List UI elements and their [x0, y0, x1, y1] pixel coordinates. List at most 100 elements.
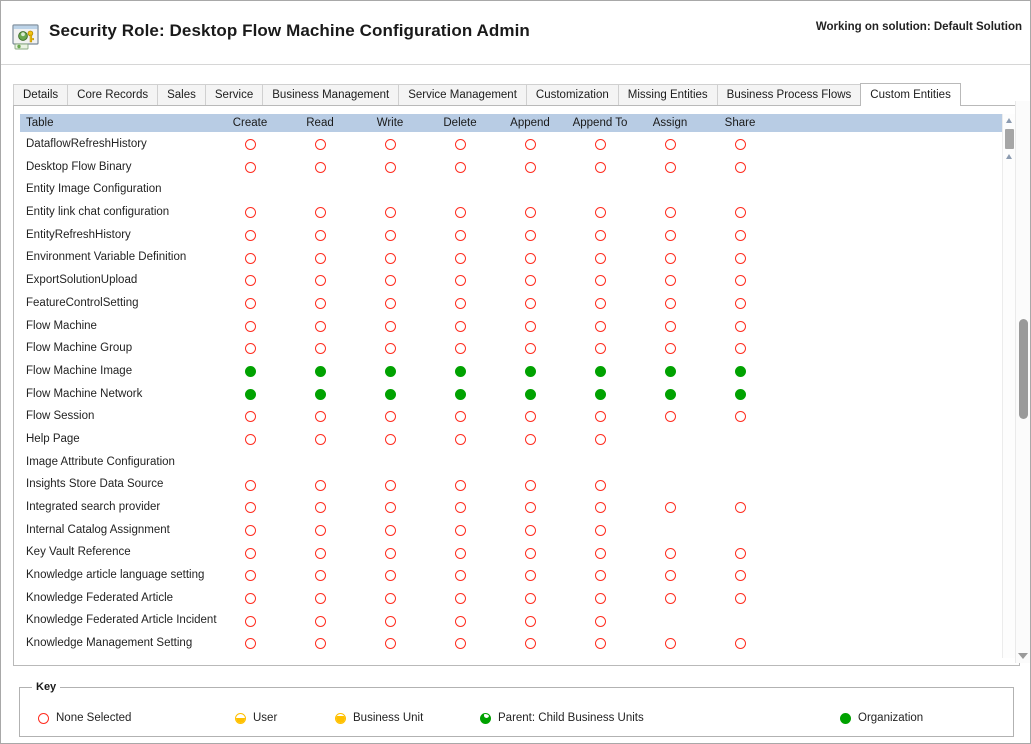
- privilege-dot-share[interactable]: [735, 411, 746, 422]
- privilege-dot-read[interactable]: [315, 502, 326, 513]
- privilege-dot-read[interactable]: [315, 480, 326, 491]
- privilege-dot-write[interactable]: [385, 548, 396, 559]
- privilege-dot-read[interactable]: [315, 139, 326, 150]
- privilege-dot-create[interactable]: [245, 411, 256, 422]
- privilege-dot-append[interactable]: [525, 162, 536, 173]
- privilege-dot-delete[interactable]: [455, 480, 466, 491]
- privilege-dot-assign[interactable]: [665, 502, 676, 513]
- privilege-dot-append-to[interactable]: [595, 275, 606, 286]
- privilege-dot-share[interactable]: [735, 389, 746, 400]
- privilege-dot-delete[interactable]: [455, 230, 466, 241]
- privilege-dot-write[interactable]: [385, 570, 396, 581]
- privilege-dot-assign[interactable]: [665, 139, 676, 150]
- privilege-dot-create[interactable]: [245, 638, 256, 649]
- table-row[interactable]: Internal Catalog Assignment: [20, 519, 1002, 542]
- tab-service[interactable]: Service: [205, 84, 263, 105]
- privilege-dot-append-to[interactable]: [595, 343, 606, 354]
- privilege-dot-create[interactable]: [245, 162, 256, 173]
- privilege-dot-delete[interactable]: [455, 275, 466, 286]
- privilege-dot-read[interactable]: [315, 366, 326, 377]
- privilege-dot-delete[interactable]: [455, 162, 466, 173]
- privilege-dot-share[interactable]: [735, 139, 746, 150]
- privilege-dot-share[interactable]: [735, 502, 746, 513]
- tab-core-records[interactable]: Core Records: [67, 84, 158, 105]
- page-scroll-down-arrow[interactable]: [1018, 653, 1028, 659]
- privilege-dot-append-to[interactable]: [595, 298, 606, 309]
- privilege-dot-assign[interactable]: [665, 593, 676, 604]
- privilege-dot-assign[interactable]: [665, 366, 676, 377]
- table-row[interactable]: Flow Machine Group: [20, 337, 1002, 360]
- privilege-dot-delete[interactable]: [455, 593, 466, 604]
- column-header-create[interactable]: Create: [213, 114, 287, 132]
- privilege-dot-append[interactable]: [525, 480, 536, 491]
- privilege-dot-delete[interactable]: [455, 207, 466, 218]
- privilege-dot-create[interactable]: [245, 480, 256, 491]
- privilege-dot-write[interactable]: [385, 253, 396, 264]
- privilege-dot-append[interactable]: [525, 139, 536, 150]
- privilege-dot-append[interactable]: [525, 298, 536, 309]
- column-header-write[interactable]: Write: [353, 114, 427, 132]
- privilege-dot-delete[interactable]: [455, 548, 466, 559]
- grid-vertical-scrollbar[interactable]: [1002, 114, 1015, 658]
- privilege-dot-append-to[interactable]: [595, 366, 606, 377]
- privilege-dot-assign[interactable]: [665, 389, 676, 400]
- privilege-dot-append-to[interactable]: [595, 411, 606, 422]
- privilege-dot-append-to[interactable]: [595, 480, 606, 491]
- privilege-dot-append-to[interactable]: [595, 162, 606, 173]
- tab-customization[interactable]: Customization: [526, 84, 619, 105]
- column-header-append[interactable]: Append: [493, 114, 567, 132]
- privilege-dot-append-to[interactable]: [595, 616, 606, 627]
- column-header-share[interactable]: Share: [703, 114, 777, 132]
- privilege-dot-delete[interactable]: [455, 253, 466, 264]
- tab-missing-entities[interactable]: Missing Entities: [618, 84, 718, 105]
- privilege-dot-create[interactable]: [245, 616, 256, 627]
- privilege-dot-delete[interactable]: [455, 343, 466, 354]
- privilege-dot-share[interactable]: [735, 162, 746, 173]
- privilege-dot-append[interactable]: [525, 638, 536, 649]
- privilege-dot-create[interactable]: [245, 207, 256, 218]
- column-header-read[interactable]: Read: [283, 114, 357, 132]
- privilege-dot-append[interactable]: [525, 366, 536, 377]
- privilege-dot-append-to[interactable]: [595, 548, 606, 559]
- privilege-dot-read[interactable]: [315, 162, 326, 173]
- privilege-dot-append-to[interactable]: [595, 570, 606, 581]
- privilege-dot-create[interactable]: [245, 230, 256, 241]
- table-row[interactable]: Insights Store Data Source: [20, 473, 1002, 496]
- tab-business-management[interactable]: Business Management: [262, 84, 399, 105]
- privilege-dot-append[interactable]: [525, 616, 536, 627]
- privilege-dot-assign[interactable]: [665, 343, 676, 354]
- table-row[interactable]: Flow Machine Image: [20, 360, 1002, 383]
- privilege-dot-write[interactable]: [385, 616, 396, 627]
- privilege-dot-append[interactable]: [525, 548, 536, 559]
- privilege-dot-write[interactable]: [385, 230, 396, 241]
- tab-custom-entities[interactable]: Custom Entities: [860, 83, 961, 106]
- privilege-dot-delete[interactable]: [455, 389, 466, 400]
- privilege-dot-read[interactable]: [315, 570, 326, 581]
- privilege-dot-read[interactable]: [315, 343, 326, 354]
- privilege-dot-create[interactable]: [245, 548, 256, 559]
- privilege-dot-append[interactable]: [525, 275, 536, 286]
- privilege-dot-append-to[interactable]: [595, 502, 606, 513]
- table-row[interactable]: Knowledge Federated Article Incident: [20, 609, 1002, 632]
- table-row[interactable]: ExportSolutionUpload: [20, 269, 1002, 292]
- table-row[interactable]: Entity Image Configuration: [20, 178, 1002, 201]
- privilege-dot-delete[interactable]: [455, 638, 466, 649]
- privilege-dot-write[interactable]: [385, 343, 396, 354]
- table-row[interactable]: Knowledge article language setting: [20, 564, 1002, 587]
- privilege-dot-share[interactable]: [735, 275, 746, 286]
- privilege-dot-write[interactable]: [385, 366, 396, 377]
- privilege-dot-share[interactable]: [735, 548, 746, 559]
- privilege-dot-assign[interactable]: [665, 548, 676, 559]
- privilege-dot-assign[interactable]: [665, 638, 676, 649]
- table-row[interactable]: Flow Session: [20, 405, 1002, 428]
- table-row[interactable]: Help Page: [20, 428, 1002, 451]
- privilege-dot-read[interactable]: [315, 525, 326, 536]
- privilege-dot-write[interactable]: [385, 207, 396, 218]
- privilege-dot-append[interactable]: [525, 253, 536, 264]
- privilege-dot-delete[interactable]: [455, 570, 466, 581]
- privilege-dot-assign[interactable]: [665, 162, 676, 173]
- privilege-dot-append-to[interactable]: [595, 389, 606, 400]
- privilege-dot-read[interactable]: [315, 207, 326, 218]
- privilege-dot-share[interactable]: [735, 207, 746, 218]
- page-vertical-scrollbar[interactable]: [1015, 101, 1030, 663]
